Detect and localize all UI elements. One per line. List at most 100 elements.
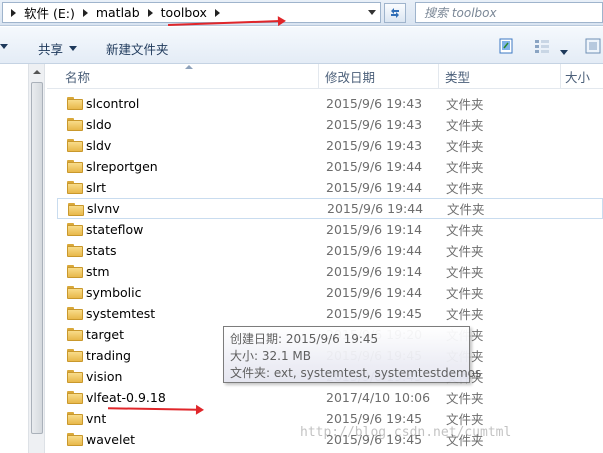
- file-type: 文件夹: [446, 244, 484, 259]
- file-row[interactable]: systemtest 2015/9/6 19:45 文件夹: [57, 303, 603, 324]
- file-name: symbolic: [86, 285, 142, 300]
- column-header-date[interactable]: 修改日期: [319, 64, 439, 89]
- arrow-head-icon: [277, 15, 287, 27]
- file-modified-date: 2017/4/10 10:06: [326, 390, 431, 405]
- file-row[interactable]: stats 2015/9/6 19:44 文件夹: [57, 240, 603, 261]
- column-header-date-label: 修改日期: [325, 70, 376, 85]
- file-row[interactable]: slvnv 2015/9/6 19:44 文件夹: [57, 198, 603, 219]
- tooltip-folders: 文件夹: ext, systemtest, systemtestdemos: [230, 366, 482, 380]
- vertical-scrollbar[interactable]: [28, 64, 45, 453]
- view-options-dropdown[interactable]: [560, 44, 568, 60]
- file-type: 文件夹: [446, 181, 484, 196]
- chevron-down-icon: [368, 10, 376, 15]
- folder-icon: [67, 244, 83, 257]
- file-row[interactable]: stm 2015/9/6 19:14 文件夹: [57, 261, 603, 282]
- scroll-up-icon[interactable]: [33, 70, 41, 74]
- folder-icon: [67, 223, 83, 236]
- file-modified-date: 2015/9/6 19:45: [326, 306, 423, 321]
- folder-icon: [67, 97, 83, 110]
- address-history-dropdown[interactable]: [364, 3, 380, 22]
- file-modified-date: 2015/9/6 19:44: [326, 285, 423, 300]
- file-type: 文件夹: [446, 139, 484, 154]
- column-header-type-label: 类型: [445, 70, 471, 85]
- file-name: vision: [86, 369, 123, 384]
- breadcrumb-drive[interactable]: 软件 (E:): [24, 3, 75, 22]
- file-name: slreportgen: [86, 159, 158, 174]
- watermark-text: http://blog.csdn.net/cumtml: [300, 425, 512, 440]
- help-button[interactable]: [585, 38, 601, 54]
- column-header-size-label: 大小: [565, 70, 591, 85]
- folder-icon: [67, 265, 83, 278]
- crumb-separator-icon[interactable]: [147, 8, 153, 17]
- file-type: 文件夹: [446, 160, 484, 175]
- file-type: 文件夹: [447, 202, 485, 217]
- column-header-type[interactable]: 类型: [439, 64, 561, 89]
- chevron-down-icon: [69, 46, 78, 51]
- share-button[interactable]: 共享: [38, 39, 78, 58]
- column-header-name[interactable]: 名称: [47, 64, 319, 89]
- file-type: 文件夹: [446, 307, 484, 322]
- folder-icon: [67, 286, 83, 299]
- folder-icon: [67, 160, 83, 173]
- file-name: sldo: [86, 117, 112, 132]
- address-bar-row: 软件 (E:) matlab toolbox: [0, 0, 603, 26]
- file-list: slcontrol 2015/9/6 19:43 文件夹 sldo 2015/9/6 1…: [47, 89, 603, 453]
- file-modified-date: 2015/9/6 19:43: [326, 117, 423, 132]
- search-input[interactable]: [424, 5, 594, 20]
- file-type: 文件夹: [446, 286, 484, 301]
- tooltip-created: 创建日期: 2015/9/6 19:45: [230, 332, 379, 346]
- breadcrumb-toolbox[interactable]: toolbox: [161, 5, 207, 20]
- file-modified-date: 2015/9/6 19:14: [326, 222, 423, 237]
- new-folder-button[interactable]: 新建文件夹: [106, 39, 169, 58]
- file-name: trading: [86, 348, 131, 363]
- column-header-row: 名称 修改日期 类型 大小: [47, 64, 603, 89]
- file-name: sldv: [86, 138, 112, 153]
- folder-icon: [67, 328, 83, 341]
- command-bar: 共享 新建文件夹: [0, 27, 603, 64]
- file-modified-date: 2015/9/6 19:43: [326, 138, 423, 153]
- file-row[interactable]: sldo 2015/9/6 19:43 文件夹: [57, 114, 603, 135]
- file-name: target: [86, 327, 125, 342]
- column-header-size[interactable]: 大小: [561, 64, 603, 89]
- file-modified-date: 2015/9/6 19:45: [326, 411, 423, 426]
- folder-icon: [67, 118, 83, 131]
- file-name: wavelet: [86, 432, 136, 447]
- file-name: stateflow: [86, 222, 144, 237]
- column-header-name-label: 名称: [65, 70, 91, 85]
- chevron-down-icon: [560, 49, 568, 55]
- crumb-separator-icon[interactable]: [214, 8, 220, 17]
- folder-icon: [67, 391, 83, 404]
- file-row[interactable]: slcontrol 2015/9/6 19:43 文件夹: [57, 93, 603, 114]
- file-row[interactable]: stateflow 2015/9/6 19:14 文件夹: [57, 219, 603, 240]
- file-name: stats: [86, 243, 117, 258]
- file-name: slcontrol: [86, 96, 140, 111]
- folder-icon: [67, 139, 83, 152]
- view-options-button[interactable]: [534, 38, 550, 54]
- file-modified-date: 2015/9/6 19:14: [326, 264, 423, 279]
- file-name: vnt: [86, 411, 107, 426]
- preview-pane-button[interactable]: [499, 38, 513, 54]
- crumb-separator-icon[interactable]: [82, 8, 88, 17]
- breadcrumb-matlab[interactable]: matlab: [96, 5, 140, 20]
- scrollbar-thumb[interactable]: [31, 82, 43, 434]
- navigation-pane: [0, 64, 28, 453]
- crumb-separator-icon[interactable]: [11, 8, 16, 17]
- file-name: systemtest: [86, 306, 156, 321]
- new-folder-label: 新建文件夹: [106, 42, 169, 57]
- file-name: slrt: [86, 180, 107, 195]
- file-row[interactable]: symbolic 2015/9/6 19:44 文件夹: [57, 282, 603, 303]
- search-box[interactable]: [415, 2, 603, 23]
- folder-info-tooltip: 创建日期: 2015/9/6 19:45 大小: 32.1 MB 文件夹: ex…: [223, 326, 482, 383]
- file-modified-date: 2015/9/6 19:44: [326, 180, 423, 195]
- refresh-button[interactable]: [384, 3, 406, 23]
- address-bar[interactable]: 软件 (E:) matlab toolbox: [2, 2, 381, 23]
- file-row[interactable]: sldv 2015/9/6 19:43 文件夹: [57, 135, 603, 156]
- arrow-head-icon: [195, 404, 205, 415]
- folder-icon: [67, 433, 83, 446]
- file-row[interactable]: slreportgen 2015/9/6 19:44 文件夹: [57, 156, 603, 177]
- file-type: 文件夹: [446, 223, 484, 238]
- file-row[interactable]: slrt 2015/9/6 19:44 文件夹: [57, 177, 603, 198]
- file-type: 文件夹: [446, 391, 484, 406]
- file-row[interactable]: vlfeat-0.9.18 2017/4/10 10:06 文件夹: [57, 387, 603, 408]
- organize-dropdown-icon[interactable]: [0, 44, 8, 49]
